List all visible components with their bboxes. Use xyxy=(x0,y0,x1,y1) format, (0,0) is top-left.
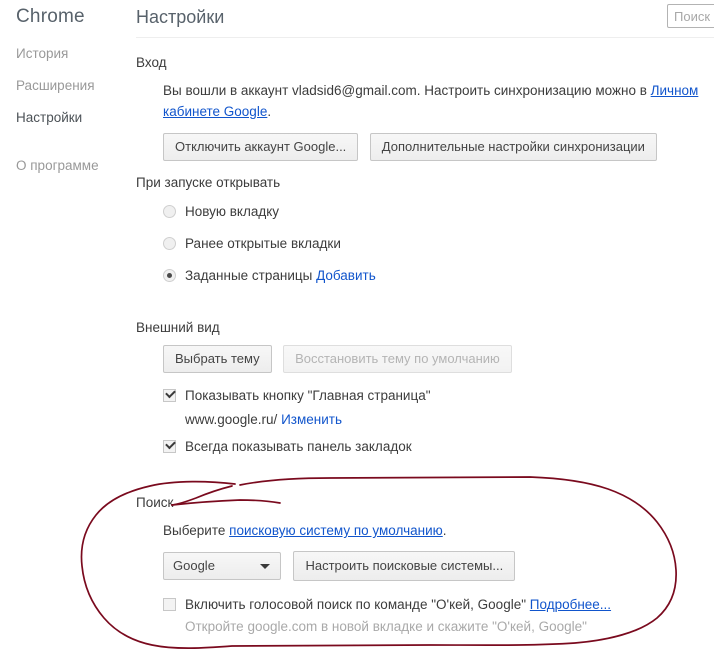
section-appearance: Внешний вид Выбрать тему Восстановить те… xyxy=(136,320,714,467)
settings-page: Chrome История Расширения Настройки О пр… xyxy=(0,0,714,652)
default-engine-row: Выберите поисковую систему по умолчанию.… xyxy=(163,520,714,581)
theme-buttons-row: Выбрать тему Восстановить тему по умолча… xyxy=(163,345,714,373)
signin-section-title: Вход xyxy=(136,55,167,70)
add-startup-pages-link[interactable]: Добавить xyxy=(316,268,376,283)
engine-controls-row: Google Настроить поисковые системы... xyxy=(163,551,714,581)
sidebar-item-settings[interactable]: Настройки xyxy=(16,110,134,126)
choose-engine-suffix: . xyxy=(442,523,447,538)
show-home-button-option[interactable]: Показывать кнопку "Главная страница" xyxy=(163,384,714,408)
settings-content: Настройки Вход Вы вошли в аккаунт vladsi… xyxy=(135,0,714,652)
search-input[interactable] xyxy=(667,4,714,28)
chevron-down-icon xyxy=(260,564,270,569)
default-engine-description: Выберите поисковую систему по умолчанию. xyxy=(163,520,714,541)
always-show-bookmarks-label: Всегда показывать панель закладок xyxy=(185,439,412,454)
section-search: Поиск Выберите поисковую систему по умол… xyxy=(136,495,714,637)
default-search-engine-link[interactable]: поисковую систему по умолчанию xyxy=(229,523,443,538)
radio-continue-icon[interactable] xyxy=(163,236,176,250)
search-engine-select[interactable]: Google xyxy=(163,552,281,580)
signin-text-after: . xyxy=(267,104,272,119)
startup-option-continue[interactable]: Ранее открытые вкладки xyxy=(163,232,714,256)
startup-option-new-tab[interactable]: Новую вкладку xyxy=(163,200,714,224)
signin-buttons-row: Отключить аккаунт Google... Дополнительн… xyxy=(163,133,714,161)
sidebar-item-extensions[interactable]: Расширения xyxy=(16,78,134,94)
home-url-row: www.google.ru/ Изменить xyxy=(185,410,714,430)
voice-search-hint: Откройте google.com в новой вкладке и ск… xyxy=(185,619,587,634)
signin-text-before: Вы вошли в аккаунт vladsid6@gmail.com. Н… xyxy=(163,83,651,98)
startup-section-title: При запуске открывать xyxy=(136,175,281,190)
startup-option-specific-pages[interactable]: Заданные страницы Добавить xyxy=(163,264,714,288)
checkbox-voice-search-icon[interactable] xyxy=(163,597,176,611)
radio-new-tab-icon[interactable] xyxy=(163,204,176,218)
advanced-sync-settings-button[interactable]: Дополнительные настройки синхронизации xyxy=(369,133,657,161)
checkbox-show-home-button-icon[interactable] xyxy=(163,388,176,402)
section-startup: При запуске открывать Новую вкладку Ране… xyxy=(136,175,714,296)
page-title: Настройки xyxy=(136,7,225,27)
show-home-button-label: Показывать кнопку "Главная страница" xyxy=(185,388,431,403)
sidebar-divider-space xyxy=(16,142,134,158)
startup-option-specific-pages-label: Заданные страницы xyxy=(185,268,313,283)
startup-option-continue-label: Ранее открытые вкладки xyxy=(185,236,341,251)
search-section-title: Поиск xyxy=(136,495,174,510)
voice-search-learn-more-link[interactable]: Подробнее... xyxy=(530,597,611,612)
manage-search-engines-button[interactable]: Настроить поисковые системы... xyxy=(293,551,516,581)
signin-description: Вы вошли в аккаунт vladsid6@gmail.com. Н… xyxy=(163,80,709,122)
sidebar-item-about[interactable]: О программе xyxy=(16,158,134,174)
reset-theme-button[interactable]: Восстановить тему по умолчанию xyxy=(283,345,512,373)
sidebar-nav: История Расширения Настройки О программе xyxy=(16,46,134,190)
home-url-value: www.google.ru/ xyxy=(185,412,278,427)
startup-option-new-tab-label: Новую вкладку xyxy=(185,204,280,219)
always-show-bookmarks-option[interactable]: Всегда показывать панель закладок xyxy=(163,435,714,459)
disconnect-account-button[interactable]: Отключить аккаунт Google... xyxy=(163,133,359,161)
brand-title: Chrome xyxy=(16,6,85,27)
title-divider xyxy=(136,37,714,38)
search-engine-selected-value: Google xyxy=(173,558,215,573)
appearance-section-title: Внешний вид xyxy=(136,320,220,335)
choose-engine-prefix: Выберите xyxy=(163,523,230,538)
change-home-url-link[interactable]: Изменить xyxy=(281,412,342,427)
choose-theme-button[interactable]: Выбрать тему xyxy=(163,345,272,373)
sidebar: Chrome История Расширения Настройки О пр… xyxy=(0,0,135,652)
voice-search-label: Включить голосовой поиск по команде "О'к… xyxy=(185,597,527,612)
section-signin: Вход Вы вошли в аккаунт vladsid6@gmail.c… xyxy=(136,55,714,161)
radio-specific-pages-icon[interactable] xyxy=(163,268,176,282)
voice-search-option[interactable]: Включить голосовой поиск по команде "О'к… xyxy=(163,593,714,617)
checkbox-always-show-bookmarks-icon[interactable] xyxy=(163,439,176,453)
sidebar-item-history[interactable]: История xyxy=(16,46,134,62)
